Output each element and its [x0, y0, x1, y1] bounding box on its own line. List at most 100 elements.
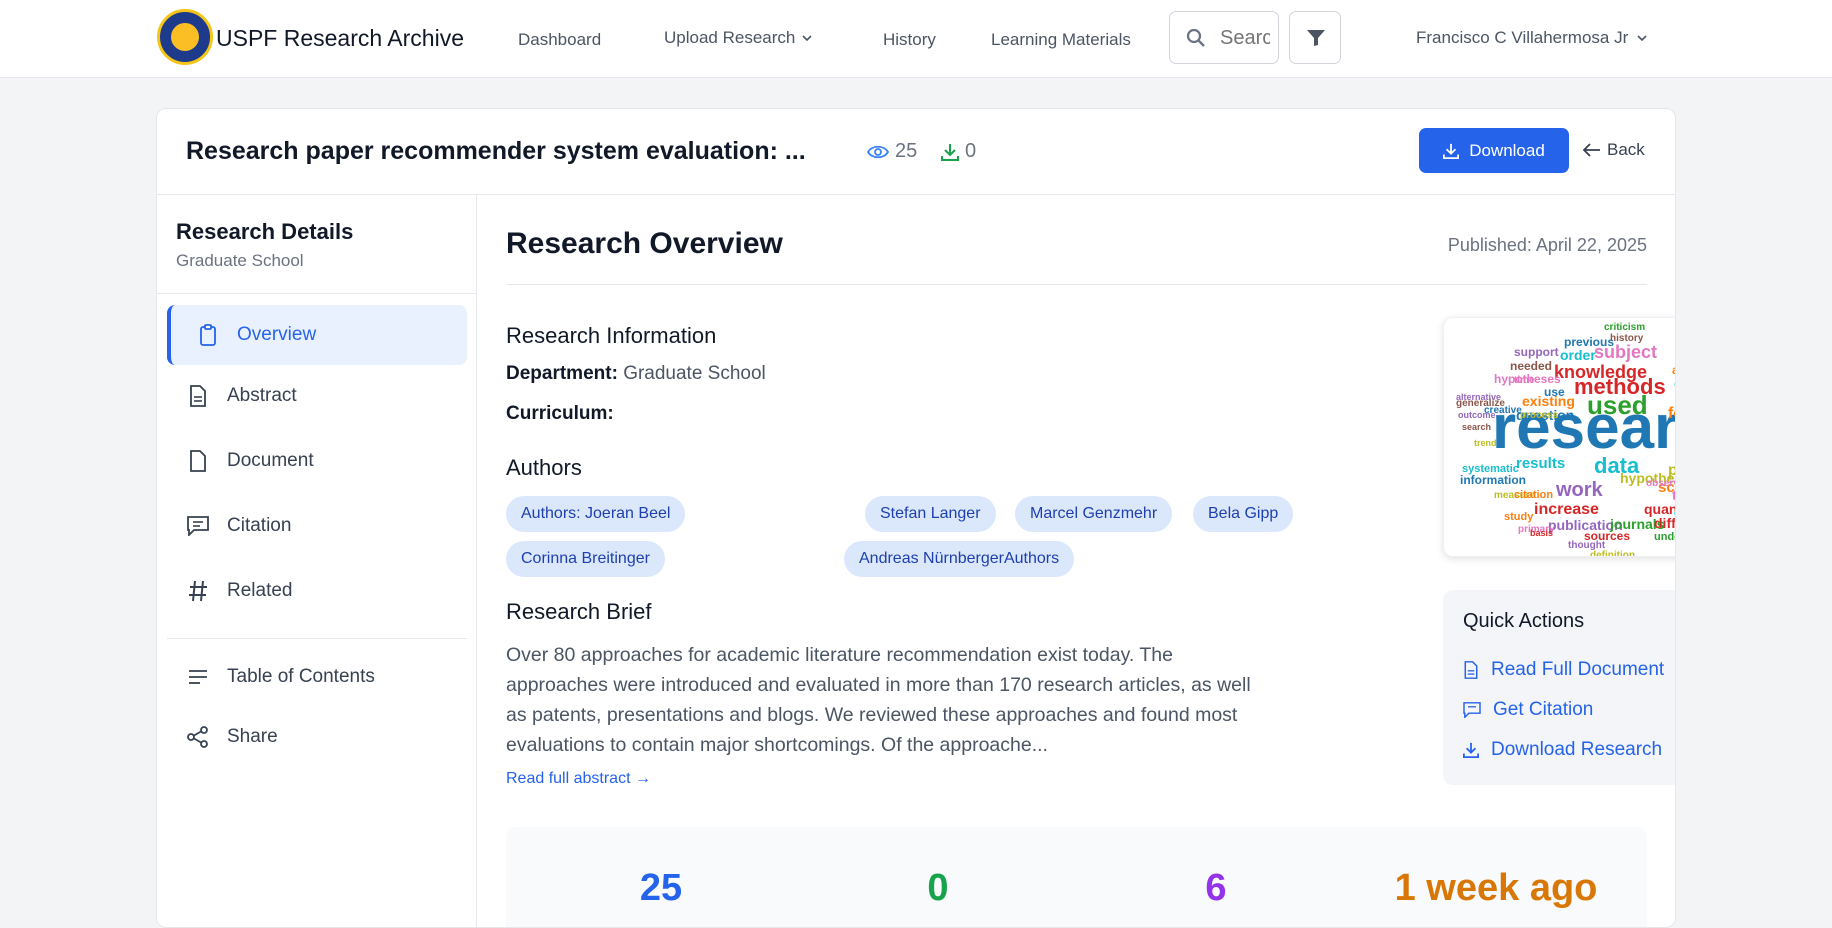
- author-chip[interactable]: Marcel Genzmehr: [1015, 496, 1173, 532]
- sidebar-item-overview[interactable]: Overview: [167, 305, 467, 365]
- clipboard-icon: [197, 324, 219, 346]
- file-icon: [187, 450, 209, 472]
- brand-name[interactable]: USPF Research Archive: [216, 25, 464, 52]
- divider: [167, 638, 467, 639]
- sidebar-item-label: Document: [227, 450, 314, 471]
- share-icon: [187, 726, 209, 748]
- word-cloud-word: history: [1610, 333, 1644, 344]
- word-cloud-word: trend: [1474, 438, 1497, 448]
- word-cloud-word: basis: [1530, 528, 1553, 538]
- download-button[interactable]: Download: [1419, 128, 1569, 173]
- back-label: Back: [1607, 140, 1645, 159]
- word-cloud-word: academic: [1672, 363, 1676, 377]
- sidebar-item-label: Abstract: [227, 385, 297, 406]
- nav-upload-label: Upload Research: [664, 28, 796, 47]
- word-cloud-word: time: [1514, 375, 1535, 386]
- list-icon: [187, 666, 209, 688]
- qa-label: Read Full Document: [1491, 659, 1665, 680]
- download-research-link[interactable]: Download Research: [1463, 739, 1662, 761]
- nav-learning-materials[interactable]: Learning Materials: [991, 30, 1131, 50]
- views-value: 25: [895, 140, 918, 162]
- research-card: Research paper recommender system evalua…: [156, 108, 1676, 928]
- word-cloud-word: information: [1460, 473, 1526, 487]
- word-cloud-word: criticism: [1604, 322, 1645, 333]
- word-cloud-word: example: [1674, 508, 1676, 519]
- downloads-value: 0: [965, 140, 977, 162]
- department-value: Graduate School: [623, 363, 766, 384]
- word-cloud-word: search: [1462, 422, 1491, 432]
- author-chip[interactable]: Bela Gipp: [1193, 496, 1294, 532]
- message-square-icon: [1463, 702, 1481, 718]
- curriculum-label: Curriculum:: [506, 403, 614, 424]
- word-cloud-word: order: [1560, 347, 1596, 363]
- word-cloud-word: use: [1544, 385, 1565, 399]
- get-citation-link[interactable]: Get Citation: [1463, 699, 1593, 721]
- sidebar-item-label: Table of Contents: [227, 666, 375, 687]
- author-chip[interactable]: Andreas NürnbergerAuthors: [844, 541, 1075, 577]
- word-cloud-word: topic: [1672, 487, 1676, 503]
- divider: [506, 284, 1647, 285]
- user-menu[interactable]: Francisco C Villahermosa Jr: [1416, 28, 1648, 49]
- search-input[interactable]: [1220, 26, 1270, 50]
- read-full-abstract-link[interactable]: Read full abstract →: [506, 770, 651, 788]
- nav-upload-research[interactable]: Upload Research: [664, 28, 813, 49]
- qa-label: Get Citation: [1493, 699, 1594, 720]
- user-name: Francisco C Villahermosa Jr: [1416, 28, 1629, 47]
- author-chip[interactable]: Corinna Breitinger: [506, 541, 665, 577]
- qa-label: Download Research: [1491, 739, 1663, 760]
- divider: [157, 293, 477, 294]
- sidebar-item-share[interactable]: Share: [167, 707, 467, 767]
- word-cloud-word: alternative: [1456, 392, 1501, 402]
- uspf-logo[interactable]: [157, 9, 213, 65]
- word-cloud-word: work: [1555, 479, 1604, 501]
- word-cloud-word: results: [1516, 455, 1565, 472]
- sidebar-item-document[interactable]: Document: [167, 431, 467, 491]
- file-text-icon: [187, 385, 209, 407]
- stat-views-value: 25: [639, 867, 683, 909]
- nav-dashboard[interactable]: Dashboard: [518, 30, 601, 50]
- sidebar-item-label: Share: [227, 726, 278, 747]
- download-icon: [941, 143, 959, 161]
- word-cloud-word: knowledge: [1554, 362, 1647, 382]
- top-navbar: USPF Research Archive Dashboard Upload R…: [0, 0, 1832, 78]
- sidebar-item-table-of-contents[interactable]: Table of Contents: [167, 647, 467, 707]
- chevron-down-icon: [1636, 29, 1648, 49]
- word-cloud-word: increase: [1534, 501, 1599, 518]
- word-cloud-word: process: [1520, 410, 1559, 421]
- chevron-down-icon: [801, 29, 813, 49]
- research-header: Research paper recommender system evalua…: [157, 109, 1675, 195]
- filter-icon: [1307, 30, 1325, 46]
- author-chip[interactable]: Stefan Langer: [865, 496, 996, 532]
- search-box[interactable]: [1169, 11, 1279, 64]
- sidebar-item-abstract[interactable]: Abstract: [167, 366, 467, 426]
- word-cloud-word: support: [1514, 345, 1559, 359]
- research-overview: Research Overview Published: April 22, 2…: [477, 195, 1676, 927]
- published-date: Published: April 22, 2025: [1447, 235, 1647, 255]
- nav-history[interactable]: History: [883, 30, 936, 50]
- message-square-icon: [187, 515, 209, 537]
- research-word-cloud: researchusedmethodsknowledgeworkdatasubj…: [1443, 317, 1676, 557]
- research-sidebar: Research Details Graduate School Overvie…: [157, 195, 477, 927]
- filter-button[interactable]: [1289, 11, 1341, 64]
- word-cloud-word: definition: [1590, 550, 1635, 557]
- author-chip[interactable]: Authors: Joeran Beel: [506, 496, 686, 532]
- authors-heading: Authors: [506, 455, 582, 480]
- research-brief-heading: Research Brief: [506, 599, 652, 624]
- file-text-icon: [1464, 661, 1478, 679]
- word-cloud-word: different: [1654, 515, 1676, 531]
- sidebar-item-citation[interactable]: Citation: [167, 496, 467, 556]
- research-brief-text: Over 80 approaches for academic literatu…: [506, 644, 1251, 756]
- stat-downloads-value: 0: [927, 867, 949, 909]
- sidebar-item-label: Related: [227, 580, 293, 601]
- word-cloud-word: study: [1504, 511, 1534, 523]
- read-full-document-link[interactable]: Read Full Document: [1463, 659, 1664, 681]
- download-icon: [1463, 742, 1479, 758]
- views-count: 25: [867, 140, 917, 163]
- sidebar-title: Research Details: [176, 219, 354, 244]
- research-title: Research paper recommender system evalua…: [186, 137, 806, 165]
- download-label: Download: [1469, 140, 1545, 160]
- curriculum-row: Curriculum:: [506, 403, 614, 425]
- back-button[interactable]: Back: [1583, 140, 1645, 160]
- word-cloud-word: citation: [1514, 489, 1553, 501]
- sidebar-item-related[interactable]: Related: [167, 561, 467, 621]
